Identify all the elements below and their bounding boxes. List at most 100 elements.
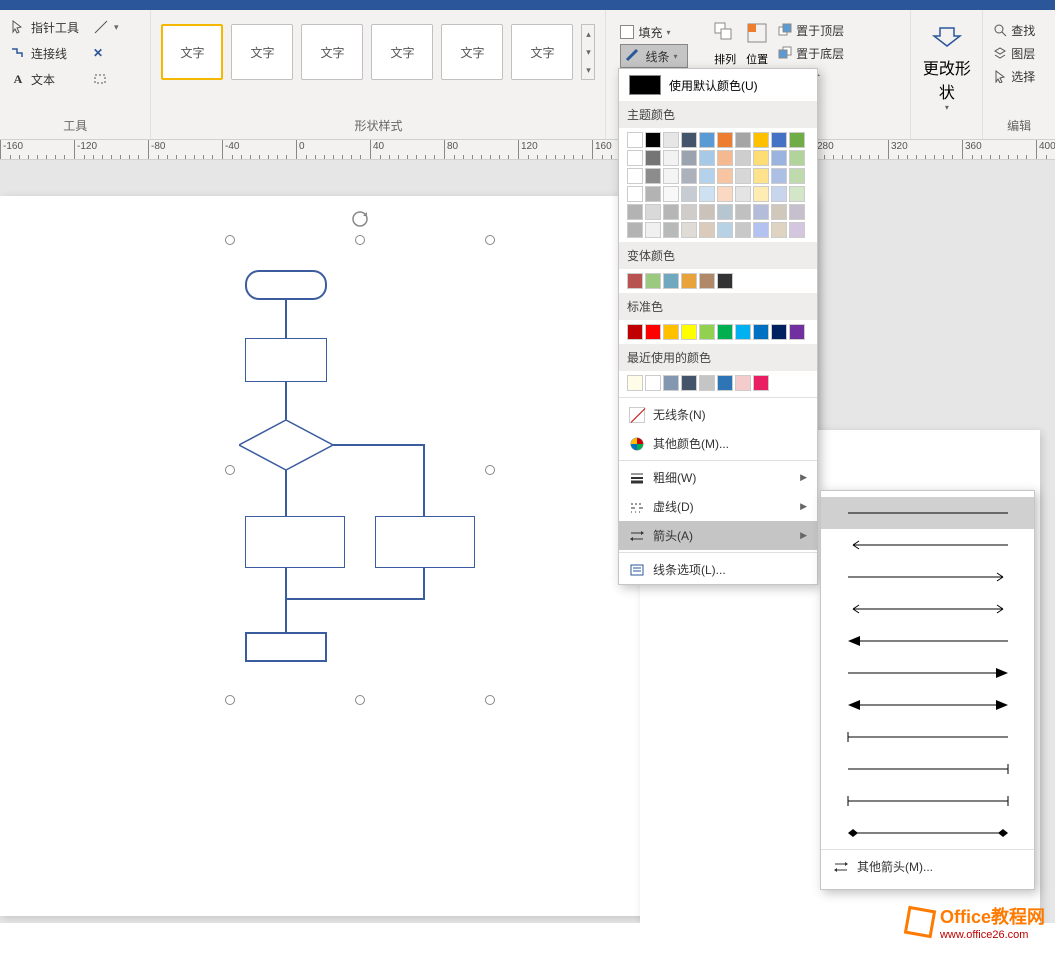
color-swatch[interactable] bbox=[735, 186, 751, 202]
text-tool[interactable]: A 文本 bbox=[6, 68, 83, 90]
color-swatch[interactable] bbox=[699, 324, 715, 340]
color-swatch[interactable] bbox=[771, 150, 787, 166]
arrow-opt-right-line[interactable] bbox=[821, 753, 1034, 785]
color-swatch[interactable] bbox=[645, 132, 661, 148]
color-swatch[interactable] bbox=[627, 375, 643, 391]
color-swatch[interactable] bbox=[699, 168, 715, 184]
select-button[interactable]: 选择 bbox=[993, 66, 1045, 86]
line-options-row[interactable]: 线条选项(L)... bbox=[619, 555, 817, 584]
color-swatch[interactable] bbox=[789, 168, 805, 184]
color-swatch[interactable] bbox=[717, 186, 733, 202]
color-swatch[interactable] bbox=[699, 132, 715, 148]
color-swatch[interactable] bbox=[717, 204, 733, 220]
color-swatch[interactable] bbox=[735, 324, 751, 340]
color-swatch[interactable] bbox=[627, 186, 643, 202]
fill-button[interactable]: 填充▾ bbox=[620, 20, 688, 44]
arrow-row[interactable]: 箭头(A)▶ bbox=[619, 521, 817, 550]
color-swatch[interactable] bbox=[645, 222, 661, 238]
color-swatch[interactable] bbox=[771, 324, 787, 340]
color-swatch[interactable] bbox=[645, 186, 661, 202]
arrow-opt-both-line[interactable] bbox=[821, 785, 1034, 817]
line-tool[interactable]: ▾ bbox=[89, 16, 123, 38]
color-swatch[interactable] bbox=[717, 273, 733, 289]
arrow-opt-both-solid[interactable] bbox=[821, 689, 1034, 721]
color-swatch[interactable] bbox=[789, 324, 805, 340]
handle-s[interactable] bbox=[355, 695, 365, 705]
color-swatch[interactable] bbox=[627, 168, 643, 184]
color-swatch[interactable] bbox=[663, 168, 679, 184]
color-swatch[interactable] bbox=[735, 132, 751, 148]
arrow-more[interactable]: 其他箭头(M)... bbox=[821, 849, 1034, 883]
color-swatch[interactable] bbox=[735, 150, 751, 166]
color-swatch[interactable] bbox=[663, 375, 679, 391]
color-swatch[interactable] bbox=[753, 132, 769, 148]
shape-preset-1[interactable]: 文字 bbox=[161, 24, 223, 80]
shape-preset-4[interactable]: 文字 bbox=[371, 24, 433, 80]
arrow-opt-right-solid[interactable] bbox=[821, 657, 1034, 689]
color-swatch[interactable] bbox=[753, 150, 769, 166]
weight-row[interactable]: 粗细(W)▶ bbox=[619, 463, 817, 492]
arrow-opt-left-solid[interactable] bbox=[821, 625, 1034, 657]
color-swatch[interactable] bbox=[699, 204, 715, 220]
color-swatch[interactable] bbox=[681, 132, 697, 148]
handle-sw[interactable] bbox=[225, 695, 235, 705]
color-swatch[interactable] bbox=[663, 204, 679, 220]
bring-front-button[interactable]: 置于顶层 bbox=[778, 20, 844, 40]
color-swatch[interactable] bbox=[789, 204, 805, 220]
pointer-tool[interactable]: 指针工具 bbox=[6, 16, 83, 38]
color-swatch[interactable] bbox=[663, 150, 679, 166]
shape-preset-3[interactable]: 文字 bbox=[301, 24, 363, 80]
color-swatch[interactable] bbox=[699, 150, 715, 166]
color-swatch[interactable] bbox=[771, 204, 787, 220]
layer-button[interactable]: 图层 bbox=[993, 43, 1045, 63]
color-swatch[interactable] bbox=[681, 150, 697, 166]
handle-ne[interactable] bbox=[485, 235, 495, 245]
color-swatch[interactable] bbox=[789, 150, 805, 166]
color-swatch[interactable] bbox=[663, 324, 679, 340]
color-swatch[interactable] bbox=[663, 222, 679, 238]
no-line-row[interactable]: 无线条(N) bbox=[619, 400, 817, 429]
color-swatch[interactable] bbox=[717, 222, 733, 238]
color-swatch[interactable] bbox=[699, 222, 715, 238]
line-button[interactable]: 线条▾ bbox=[620, 44, 688, 68]
auto-color-row[interactable]: 使用默认颜色(U) bbox=[619, 69, 817, 101]
color-swatch[interactable] bbox=[789, 222, 805, 238]
arrow-opt-left-line[interactable] bbox=[821, 721, 1034, 753]
handle-nw[interactable] bbox=[225, 235, 235, 245]
color-swatch[interactable] bbox=[735, 222, 751, 238]
send-back-button[interactable]: 置于底层 bbox=[778, 43, 844, 63]
color-swatch[interactable] bbox=[753, 375, 769, 391]
arrow-opt-none[interactable] bbox=[821, 497, 1034, 529]
color-swatch[interactable] bbox=[789, 132, 805, 148]
changeshape-button[interactable]: 更改形状 ▾ bbox=[917, 14, 976, 112]
color-swatch[interactable] bbox=[681, 204, 697, 220]
color-swatch[interactable] bbox=[717, 375, 733, 391]
color-swatch[interactable] bbox=[699, 186, 715, 202]
connector-tool[interactable]: 连接线 bbox=[6, 42, 83, 64]
color-swatch[interactable] bbox=[645, 375, 661, 391]
color-swatch[interactable] bbox=[627, 222, 643, 238]
rect-tool[interactable] bbox=[89, 68, 123, 90]
rotate-handle[interactable] bbox=[351, 210, 369, 233]
arrow-opt-left-open[interactable] bbox=[821, 529, 1034, 561]
color-swatch[interactable] bbox=[627, 150, 643, 166]
handle-se[interactable] bbox=[485, 695, 495, 705]
color-swatch[interactable] bbox=[735, 168, 751, 184]
color-swatch[interactable] bbox=[645, 273, 661, 289]
color-swatch[interactable] bbox=[771, 132, 787, 148]
color-swatch[interactable] bbox=[645, 204, 661, 220]
find-button[interactable]: 查找 bbox=[993, 20, 1045, 40]
color-swatch[interactable] bbox=[735, 375, 751, 391]
color-swatch[interactable] bbox=[645, 168, 661, 184]
color-swatch[interactable] bbox=[681, 324, 697, 340]
color-swatch[interactable] bbox=[789, 186, 805, 202]
color-swatch[interactable] bbox=[753, 186, 769, 202]
handle-n[interactable] bbox=[355, 235, 365, 245]
color-swatch[interactable] bbox=[753, 324, 769, 340]
color-swatch[interactable] bbox=[663, 273, 679, 289]
color-swatch[interactable] bbox=[699, 273, 715, 289]
color-swatch[interactable] bbox=[771, 222, 787, 238]
color-swatch[interactable] bbox=[681, 375, 697, 391]
arrow-opt-both-open[interactable] bbox=[821, 593, 1034, 625]
more-colors-row[interactable]: 其他颜色(M)... bbox=[619, 429, 817, 458]
